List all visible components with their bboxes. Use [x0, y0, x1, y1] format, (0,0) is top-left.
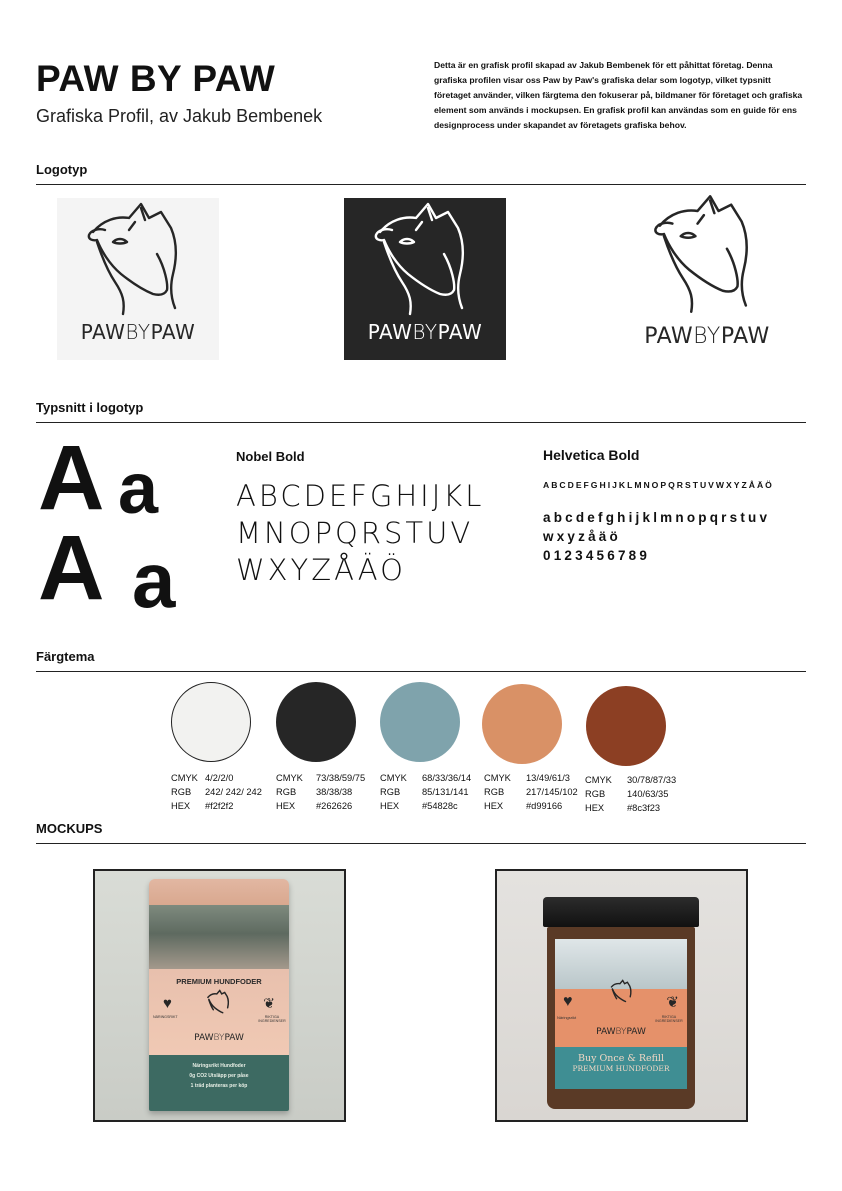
section-divider [36, 422, 806, 423]
mockup-jar: ♥ ❦ Näringsrikt RIKTIGA INGREDIENSER PAW… [495, 869, 748, 1122]
nobel-line: WXYZÅÄÖ [236, 553, 406, 587]
bag-info-line: 0g CO2 Utsläpp per påse [189, 1073, 249, 1079]
jar-wordmark: PAWBYPAW [596, 1027, 646, 1037]
bag-wordmark: PAWBYPAW [194, 1033, 244, 1043]
color-swatch-brown [586, 686, 666, 766]
bag-product-name: PREMIUM HUNDFODER [176, 977, 262, 986]
section-divider [36, 184, 806, 185]
type-sample-upper-2: A [38, 517, 105, 619]
leaf-icon: ❦ [263, 995, 275, 1011]
leaf-icon: ❦ [666, 994, 679, 1011]
bag-info-line: Näringsrikt Hundfoder [192, 1063, 246, 1069]
color-info-brown: CMYK RGB HEX 30/78/87/33 140/63/35 #8c3f23 [585, 775, 677, 813]
logo-wordmark: PAWBYPAW [80, 320, 196, 344]
bag-top-fold [149, 879, 289, 905]
section-divider [36, 671, 806, 672]
bag-badge-right: RIKTIGA INGREDIENSER [258, 1015, 286, 1023]
color-swatch-blue [380, 682, 460, 762]
bag-package: PREMIUM HUNDFODER ♥ ❦ NÄRINGSRIKT RIKTIG… [149, 879, 289, 1111]
color-swatch-dark [276, 682, 356, 762]
jar-product-name: PREMIUM HUNDFODER [572, 1064, 670, 1073]
type-sample-lower-1: a [118, 449, 159, 529]
jar-label: ♥ ❦ Näringsrikt RIKTIGA INGREDIENSER PAW… [555, 939, 687, 1089]
nobel-line: MNOPQRSTUV [236, 516, 474, 550]
section-label-typsnitt: Typsnitt i logotyp [36, 400, 144, 415]
section-label-mockups: MOCKUPS [36, 821, 103, 836]
type-sample-upper-1: A [38, 427, 105, 529]
page-subtitle: Grafiska Profil, av Jakub Bembenek [36, 106, 323, 126]
jar-body: ♥ ❦ Näringsrikt RIKTIGA INGREDIENSER PAW… [547, 927, 695, 1109]
logo-light-variant: PAWBYPAW [57, 198, 219, 360]
color-info-white: CMYK RGB HEX 4/2/2/0 242/ 242/ 242 #f2f2f2 [171, 773, 262, 811]
logo-transparent-variant: PAWBYPAW [622, 190, 792, 360]
dog-head-icon [207, 989, 230, 1014]
nobel-glyphs: ABCDEFGHIJKL MNOPQRSTUV WXYZÅÄÖ [236, 478, 484, 589]
bag-info-line: 1 träd planteras per köp [190, 1083, 248, 1089]
bag-landscape-photo [149, 905, 289, 969]
dog-head-icon [610, 979, 632, 1003]
color-swatch-orange [482, 684, 562, 764]
bag-badge-left: NÄRINGSRIKT [153, 1015, 178, 1019]
helvetica-lowercase: abcdefghijklmnopqrstuv wxyzåäö 012345678… [543, 508, 770, 565]
jar-label-teal: Buy Once & Refill PREMIUM HUNDFODER [555, 1047, 687, 1089]
section-label-fargtema: Färgtema [36, 649, 95, 664]
section-divider [36, 843, 806, 844]
type-sample-lower-2: a [132, 536, 176, 624]
intro-paragraph: Detta är en grafisk profil skapad av Jak… [434, 60, 803, 130]
font-name-nobel: Nobel Bold [236, 449, 305, 464]
helvetica-uppercase: ABCDEFGHIJKLMNOPQRSTUVWXYZÅÄÖ [543, 480, 774, 490]
jar-tagline: Buy Once & Refill [577, 1053, 665, 1064]
color-swatch-white [171, 682, 251, 762]
bag-bottom-band: Näringsrikt Hundfoder 0g CO2 Utsläpp per… [149, 1055, 289, 1111]
nobel-line: ABCDEFGHIJKL [236, 479, 485, 513]
logo-dark-variant: PAWBYPAW [344, 198, 506, 360]
page-title: PAW BY PAW [36, 58, 276, 99]
jar-label-orange: ♥ ❦ Näringsrikt RIKTIGA INGREDIENSER PAW… [555, 979, 687, 1047]
section-label-logotyp: Logotyp [36, 162, 88, 177]
color-info-orange: CMYK RGB HEX 13/49/61/3 217/145/102 #d99166 [484, 773, 578, 811]
helvetica-lower-line: wxyzåäö [543, 529, 621, 544]
font-name-helvetica: Helvetica Bold [543, 447, 640, 463]
helvetica-lower-line: abcdefghijklmnopqrstuv [543, 510, 771, 525]
color-info-blue: CMYK RGB HEX 68/33/36/14 85/131/141 #54828c [380, 773, 472, 811]
color-info-dark: CMYK RGB HEX 73/38/59/75 38/38/38 #262626 [276, 773, 366, 811]
logo-wordmark: PAWBYPAW [644, 324, 770, 349]
jar-badge-left: Näringsrikt [557, 1015, 577, 1020]
jar-badge-right: RIKTIGA INGREDIENSER [655, 1015, 683, 1023]
helvetica-digits: 0123456789 [543, 548, 651, 563]
heart-icon: ♥ [563, 993, 573, 1010]
bag-label-area: PREMIUM HUNDFODER ♥ ❦ NÄRINGSRIKT RIKTIG… [149, 969, 289, 1055]
mockup-bag: PREMIUM HUNDFODER ♥ ❦ NÄRINGSRIKT RIKTIG… [93, 869, 346, 1122]
jar-lid [543, 897, 699, 927]
logo-wordmark: PAWBYPAW [367, 320, 483, 344]
heart-icon: ♥ [163, 995, 172, 1012]
